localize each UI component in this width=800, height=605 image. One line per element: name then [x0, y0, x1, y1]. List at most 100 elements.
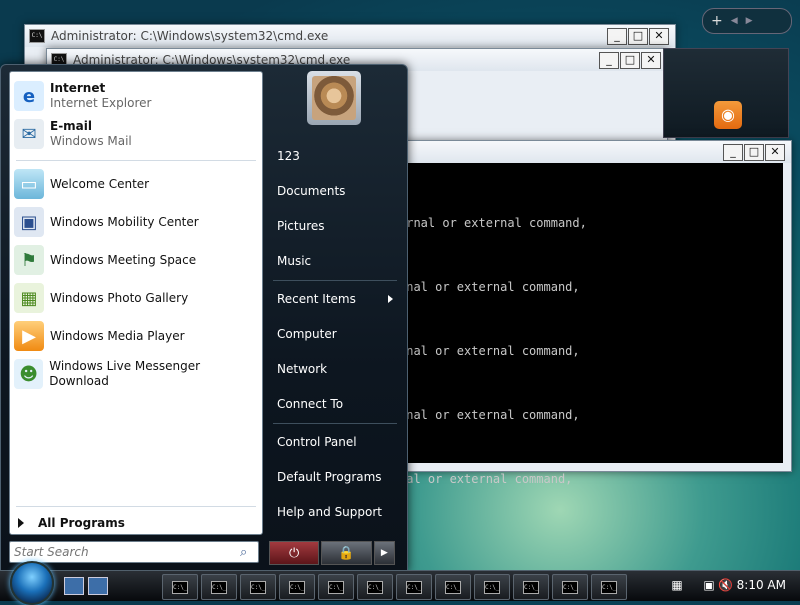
- user-folder-link[interactable]: 123: [277, 144, 399, 168]
- cmd-icon: C:\_: [601, 580, 617, 594]
- close-button[interactable]: ✕: [641, 52, 661, 69]
- recent-items-label: Recent Items: [277, 292, 356, 306]
- maximize-button[interactable]: □: [628, 28, 648, 45]
- control-panel-link[interactable]: Control Panel: [277, 430, 399, 454]
- cmd-icon: C:\_: [523, 580, 539, 594]
- taskbar: C:\_ C:\_ C:\_ C:\_ C:\_ C:\_ C:\_ C:\_ C:\_ C:\_…: [0, 561, 800, 605]
- lock-button[interactable]: 🔒: [321, 541, 372, 565]
- taskbar-cmd-button[interactable]: C:\_: [552, 574, 588, 600]
- window-controls: _ □ ✕: [599, 52, 661, 69]
- previous-gadget-button[interactable]: ◀: [731, 16, 738, 26]
- add-gadget-button[interactable]: +: [711, 13, 723, 29]
- documents-link[interactable]: Documents: [277, 179, 399, 203]
- divider: [16, 160, 256, 161]
- maximize-button[interactable]: □: [744, 144, 764, 161]
- title-bar[interactable]: C:\ Administrator: C:\Windows\system32\c…: [25, 25, 675, 47]
- media-player-icon: ▶: [14, 321, 44, 351]
- notification-area: ▦ ▣ 🔇 8:10 AM: [650, 571, 800, 601]
- windows-mail-icon: ✉: [14, 119, 44, 149]
- all-programs-button[interactable]: All Programs: [18, 516, 125, 530]
- taskbar-cmd-button[interactable]: C:\_: [279, 574, 315, 600]
- taskbar-cmd-button[interactable]: C:\_: [162, 574, 198, 600]
- console-output[interactable]: ernal or external command, rnal or exter…: [399, 163, 783, 486]
- network-link[interactable]: Network: [277, 357, 399, 381]
- cmd-window-front[interactable]: _ □ ✕ ernal or external command, rnal or…: [390, 140, 792, 486]
- cmd-icon: C:\_: [250, 580, 266, 594]
- close-button[interactable]: ✕: [765, 144, 785, 161]
- minimize-button[interactable]: _: [599, 52, 619, 69]
- pinned-subtitle: Windows Mail: [50, 134, 132, 148]
- pictures-link[interactable]: Pictures: [277, 214, 399, 238]
- taskbar-cmd-button[interactable]: C:\_: [474, 574, 510, 600]
- cmd-icon: C:\_: [406, 580, 422, 594]
- computer-link[interactable]: Computer: [277, 322, 399, 346]
- rss-icon[interactable]: ◉: [714, 101, 742, 129]
- divider: [273, 423, 397, 424]
- taskbar-cmd-button[interactable]: C:\_: [357, 574, 393, 600]
- connect-to-link[interactable]: Connect To: [277, 392, 399, 416]
- taskbar-cmd-button[interactable]: C:\_: [318, 574, 354, 600]
- recent-items-link[interactable]: Recent Items: [277, 287, 399, 311]
- start-orb-button[interactable]: [10, 561, 54, 605]
- volume-muted-icon[interactable]: 🔇: [718, 578, 733, 592]
- power-button[interactable]: ⏻: [269, 541, 320, 565]
- search-icon[interactable]: ⌕: [240, 545, 258, 560]
- show-desktop-icon[interactable]: [64, 577, 84, 595]
- recent-program[interactable]: ⚑ Windows Meeting Space: [14, 242, 258, 278]
- minimize-button[interactable]: _: [723, 144, 743, 161]
- connection-icon[interactable]: ▣: [702, 578, 716, 592]
- pinned-email[interactable]: ✉ E-mail Windows Mail: [14, 116, 258, 152]
- taskbar-cmd-button[interactable]: C:\_: [513, 574, 549, 600]
- shutdown-options-button[interactable]: ▶: [373, 541, 395, 565]
- music-link[interactable]: Music: [277, 249, 399, 273]
- taskbar-cmd-button[interactable]: C:\_: [240, 574, 276, 600]
- console-line: rnal or external command,: [399, 280, 580, 294]
- console-line: rnal or external command,: [399, 408, 580, 422]
- network-icon[interactable]: ▦: [670, 578, 684, 592]
- recent-program[interactable]: ☻ Windows Live Messenger Download: [14, 356, 258, 392]
- arrow-right-icon: [18, 518, 24, 528]
- photo-gallery-icon: ▦: [14, 283, 44, 313]
- title-bar[interactable]: _ □ ✕: [391, 141, 791, 163]
- all-programs-label: All Programs: [38, 516, 125, 530]
- window-title: Administrator: C:\Windows\system32\cmd.e…: [51, 29, 329, 43]
- minimize-button[interactable]: _: [607, 28, 627, 45]
- cmd-icon: C:\_: [367, 580, 383, 594]
- pinned-subtitle: Internet Explorer: [50, 96, 152, 110]
- feed-headlines-gadget[interactable]: ◉: [663, 48, 789, 138]
- default-programs-link[interactable]: Default Programs: [277, 465, 399, 489]
- recent-program[interactable]: ▭ Welcome Center: [14, 166, 258, 202]
- cmd-icon: C:\: [29, 29, 45, 43]
- pinned-title: E-mail: [50, 119, 93, 133]
- pinned-internet[interactable]: e Internet Internet Explorer: [14, 78, 258, 114]
- gadget-toolbar: + ◀ ▶: [702, 8, 792, 34]
- program-label: Windows Photo Gallery: [50, 290, 189, 305]
- taskbar-cmd-button[interactable]: C:\_: [435, 574, 471, 600]
- console-line: rnal or external command,: [399, 344, 580, 358]
- next-gadget-button[interactable]: ▶: [746, 16, 753, 26]
- maximize-button[interactable]: □: [620, 52, 640, 69]
- taskbar-cmd-button[interactable]: C:\_: [201, 574, 237, 600]
- start-menu: e Internet Internet Explorer ✉ E-mail Wi…: [0, 64, 408, 572]
- meeting-space-icon: ⚑: [14, 245, 44, 275]
- taskbar-cmd-button[interactable]: C:\_: [396, 574, 432, 600]
- recent-program[interactable]: ▶ Windows Media Player: [14, 318, 258, 354]
- programs-pane: e Internet Internet Explorer ✉ E-mail Wi…: [9, 71, 263, 535]
- taskbar-cmd-button[interactable]: C:\_: [591, 574, 627, 600]
- help-support-link[interactable]: Help and Support: [277, 500, 399, 524]
- window-controls: _ □ ✕: [607, 28, 669, 45]
- program-label: Windows Meeting Space: [50, 252, 197, 267]
- cmd-icon: C:\_: [484, 580, 500, 594]
- cmd-icon: C:\_: [328, 580, 344, 594]
- cmd-icon: C:\_: [445, 580, 461, 594]
- console-line: nal or external command,: [399, 472, 573, 486]
- recent-program[interactable]: ▣ Windows Mobility Center: [14, 204, 258, 240]
- switch-windows-icon[interactable]: [88, 577, 108, 595]
- start-search-input[interactable]: [10, 544, 240, 560]
- start-search-box[interactable]: ⌕: [9, 541, 259, 563]
- close-button[interactable]: ✕: [649, 28, 669, 45]
- window-controls: _ □ ✕: [723, 144, 785, 161]
- recent-program[interactable]: ▦ Windows Photo Gallery: [14, 280, 258, 316]
- cmd-icon: C:\_: [172, 580, 188, 594]
- clock[interactable]: 8:10 AM: [737, 578, 786, 592]
